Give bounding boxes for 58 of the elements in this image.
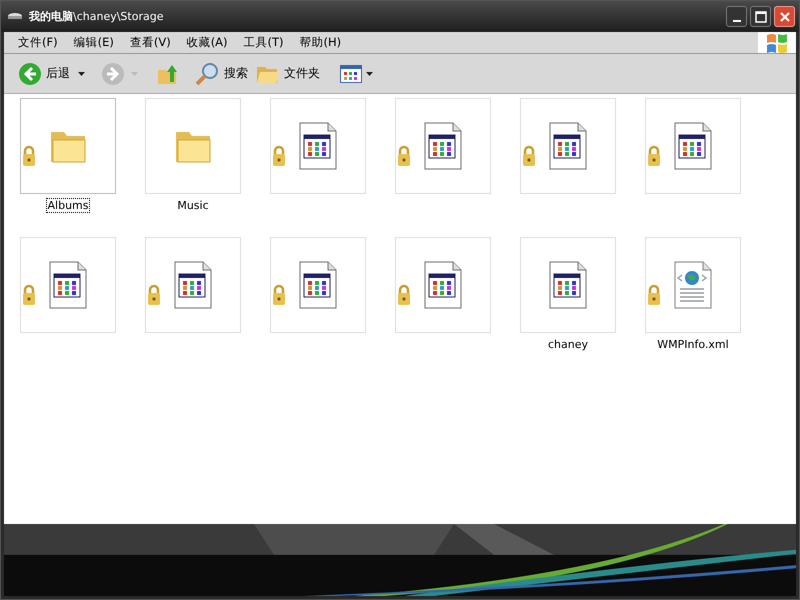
caret-icon xyxy=(366,72,373,76)
app-file-icon xyxy=(548,122,588,170)
lock-icon xyxy=(272,145,286,167)
app-file-icon xyxy=(673,122,713,170)
web-file-icon xyxy=(673,261,713,309)
thumbnail-frame[interactable] xyxy=(145,98,241,194)
logo-icon xyxy=(758,32,796,53)
maximize-icon xyxy=(754,10,766,22)
dropdown-arrow-icon[interactable] xyxy=(78,72,85,76)
thumbnail-frame[interactable] xyxy=(145,237,241,333)
file-name[interactable]: chaney xyxy=(546,338,589,351)
lock-icon xyxy=(147,284,161,306)
lock-icon xyxy=(397,284,411,306)
menu-item[interactable]: 帮助(H) xyxy=(300,35,342,50)
lock-icon xyxy=(22,284,36,306)
thumbnail-frame[interactable] xyxy=(395,237,491,333)
thumbnail-frame[interactable] xyxy=(20,237,116,333)
app-file-icon xyxy=(173,261,213,309)
menu-item[interactable]: 工具(T) xyxy=(244,35,284,50)
thumbnail-frame[interactable] xyxy=(270,237,366,333)
lock-icon xyxy=(647,284,661,306)
thumbnail-frame[interactable] xyxy=(520,237,616,333)
lock-icon xyxy=(647,145,661,167)
maximize-button[interactable] xyxy=(750,6,771,27)
app-file-icon xyxy=(423,122,463,170)
window-title: 我的电脑\chaney\Storage xyxy=(29,9,164,24)
views-icon xyxy=(340,64,362,82)
search-button[interactable]: 搜索 xyxy=(192,60,250,88)
close-icon xyxy=(778,10,790,22)
menu-item[interactable]: 编辑(E) xyxy=(74,35,114,50)
menu-item[interactable]: 文件(F) xyxy=(18,35,58,50)
app-file-icon xyxy=(298,261,338,309)
menu-item[interactable]: 收藏(A) xyxy=(186,35,228,50)
thumbnail-frame[interactable] xyxy=(645,237,741,333)
minimize-button[interactable] xyxy=(726,6,747,27)
search-icon xyxy=(194,62,220,86)
thumbnail-frame[interactable] xyxy=(520,98,616,194)
lock-icon xyxy=(22,145,36,167)
back-button[interactable]: 后退 xyxy=(16,60,72,88)
menu-item[interactable]: 查看(V) xyxy=(130,35,171,50)
file-name[interactable]: WMPInfo.xml xyxy=(656,338,730,351)
folders-button[interactable]: 文件夹 xyxy=(254,60,322,86)
app-file-icon xyxy=(48,261,88,309)
thumbnail-frame[interactable] xyxy=(270,98,366,194)
app-file-icon xyxy=(298,122,338,170)
thumbnail-frame[interactable] xyxy=(20,98,116,194)
lock-icon xyxy=(522,145,536,167)
thumbnail-frame[interactable] xyxy=(395,98,491,194)
lock-icon xyxy=(397,145,411,167)
thumbnail-frame[interactable] xyxy=(645,98,741,194)
file-name[interactable]: Albums xyxy=(46,199,90,212)
views-button[interactable] xyxy=(338,62,375,84)
file-name[interactable]: Music xyxy=(176,199,210,212)
minimize-icon xyxy=(732,20,740,22)
close-button[interactable] xyxy=(774,6,795,27)
app-file-icon xyxy=(423,261,463,309)
lock-icon xyxy=(272,284,286,306)
app-file-icon xyxy=(548,261,588,309)
